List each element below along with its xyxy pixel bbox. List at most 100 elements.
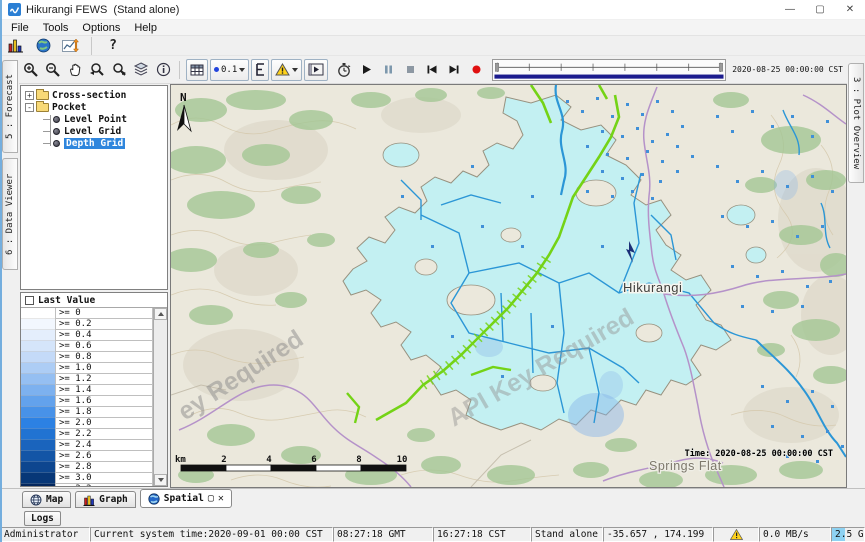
color-swatch (21, 341, 55, 352)
stop-button[interactable] (400, 60, 420, 80)
color-swatch (21, 330, 55, 341)
color-swatch (21, 484, 55, 486)
scroll-down-button[interactable] (154, 474, 167, 486)
interval-value: 0.1 (221, 65, 237, 75)
tab-data-viewer[interactable]: 6 : Data Viewer (2, 158, 18, 270)
tree-node-depth-grid[interactable]: Depth Grid (21, 137, 167, 149)
tree-node-level-grid[interactable]: Level Grid (21, 125, 167, 137)
legend-row[interactable]: >= 0.6 (21, 341, 153, 352)
legend-row[interactable]: >= 0.8 (21, 352, 153, 363)
close-tab-icon[interactable]: ✕ (218, 494, 224, 504)
play-button[interactable] (356, 60, 376, 80)
chevron-down-icon (239, 68, 245, 72)
legend-scrollbar[interactable] (153, 308, 167, 486)
pan-hand-icon[interactable] (65, 60, 85, 80)
toolbar-separator (91, 37, 92, 55)
tab-forecast[interactable]: 5 : Forecast (2, 60, 18, 153)
svg-text:8: 8 (356, 455, 361, 465)
zoom-in-icon[interactable] (21, 60, 41, 80)
animation-player-button[interactable] (304, 59, 328, 81)
bar-chart-icon (83, 494, 95, 506)
window-edge (0, 0, 2, 542)
status-mode: Stand alone (531, 527, 603, 542)
menu-help[interactable]: Help (127, 22, 164, 34)
layer-bullet-icon (53, 116, 60, 123)
legend-header: Last Value (21, 293, 167, 308)
window-controls: — ▢ ✕ (775, 0, 865, 19)
contour-interval-dropdown[interactable]: 0.1 (210, 59, 249, 81)
legend-row[interactable]: >= 0.4 (21, 330, 153, 341)
record-button[interactable] (466, 60, 486, 80)
time-slider[interactable] (492, 59, 726, 81)
legend-row[interactable]: >= 2.4 (21, 440, 153, 451)
legend-row[interactable]: >= 1.4 (21, 385, 153, 396)
tab-label: Graph (99, 494, 128, 505)
maximize-tab-icon[interactable]: ▢ (208, 494, 214, 504)
chevron-down-icon (292, 68, 298, 72)
legend-row[interactable]: >= 1.0 (21, 363, 153, 374)
skip-to-start-button[interactable] (422, 60, 442, 80)
logs-button[interactable]: Logs (24, 511, 61, 526)
tree-node-cross-section[interactable]: + Cross-section (21, 89, 167, 101)
globe-icon[interactable] (33, 36, 53, 56)
tree-node-level-point[interactable]: Level Point (21, 113, 167, 125)
legend-row[interactable]: >= 1.8 (21, 407, 153, 418)
left-tab-strip: 5 : Forecast 6 : Data Viewer (0, 56, 19, 488)
tab-map[interactable]: Map (22, 491, 71, 508)
legend-row[interactable]: >= 2.2 (21, 429, 153, 440)
map-toolbar: 0.1 (19, 56, 847, 84)
menu-tools[interactable]: Tools (36, 22, 76, 34)
legend-row[interactable]: >= 2.0 (21, 418, 153, 429)
legend-row[interactable]: >= 0 (21, 308, 153, 319)
pause-button[interactable] (378, 60, 398, 80)
close-button[interactable]: ✕ (835, 0, 865, 19)
right-tab-strip: 3 : Plot Overview (847, 56, 865, 488)
legend-row[interactable]: >= 3.0 (21, 473, 153, 484)
tab-plot-overview[interactable]: 3 : Plot Overview (848, 63, 864, 183)
toolbar-time-label: 2020-08-25 00:00:00 CST (732, 65, 845, 74)
zoom-previous-icon[interactable] (87, 60, 107, 80)
map-canvas[interactable]: ey Required API Key Required Hikurangi S… (170, 84, 847, 488)
tab-spatial[interactable]: Spatial ▢ ✕ (140, 489, 232, 508)
status-memory: 2.5 GB (831, 527, 865, 542)
database-chart-icon[interactable] (6, 36, 26, 56)
zoom-out-icon[interactable] (43, 60, 63, 80)
layer-bullet-icon (53, 128, 60, 135)
layers-icon[interactable] (131, 60, 151, 80)
minimize-button[interactable]: — (775, 0, 805, 19)
tab-graph[interactable]: Graph (75, 491, 136, 508)
color-swatch (21, 319, 55, 330)
zoom-next-icon[interactable] (109, 60, 129, 80)
legend-row[interactable]: >= 2.6 (21, 451, 153, 462)
legend-row[interactable]: >= 3.2 (21, 484, 153, 486)
menu-bar: File Tools Options Help (0, 20, 865, 36)
timeseries-chart-icon[interactable] (60, 36, 80, 56)
status-warning-cell[interactable] (713, 527, 759, 542)
dot-icon (214, 67, 219, 72)
collapse-icon[interactable]: - (25, 103, 34, 112)
legend-row[interactable]: >= 2.8 (21, 462, 153, 473)
snapshot-timer-icon[interactable] (334, 60, 354, 80)
legend-row[interactable]: >= 1.6 (21, 396, 153, 407)
color-swatch (21, 418, 55, 429)
map-svg: ey Required API Key Required Hikurangi S… (171, 85, 846, 487)
menu-file[interactable]: File (4, 22, 36, 34)
warning-threshold-dropdown[interactable] (271, 59, 302, 81)
scroll-up-button[interactable] (154, 308, 167, 320)
help-button[interactable]: ? (103, 36, 123, 56)
area-label: Springs Flat (649, 459, 722, 473)
maximize-button[interactable]: ▢ (805, 0, 835, 19)
tree-node-pocket[interactable]: - Pocket (21, 101, 167, 113)
skip-to-end-button[interactable] (444, 60, 464, 80)
grid-display-button[interactable] (186, 59, 208, 81)
info-icon[interactable] (153, 60, 173, 80)
title-bar: Hikurangi FEWS (Stand alone) — ▢ ✕ (0, 0, 865, 20)
menu-options[interactable]: Options (75, 22, 127, 34)
elevation-legend-button[interactable] (251, 59, 269, 81)
last-value-checkbox[interactable] (25, 296, 34, 305)
color-swatch (21, 363, 55, 374)
expand-icon[interactable]: + (25, 91, 34, 100)
legend-row[interactable]: >= 0.2 (21, 319, 153, 330)
main-toolbar: ? (0, 36, 865, 56)
legend-row[interactable]: >= 1.2 (21, 374, 153, 385)
